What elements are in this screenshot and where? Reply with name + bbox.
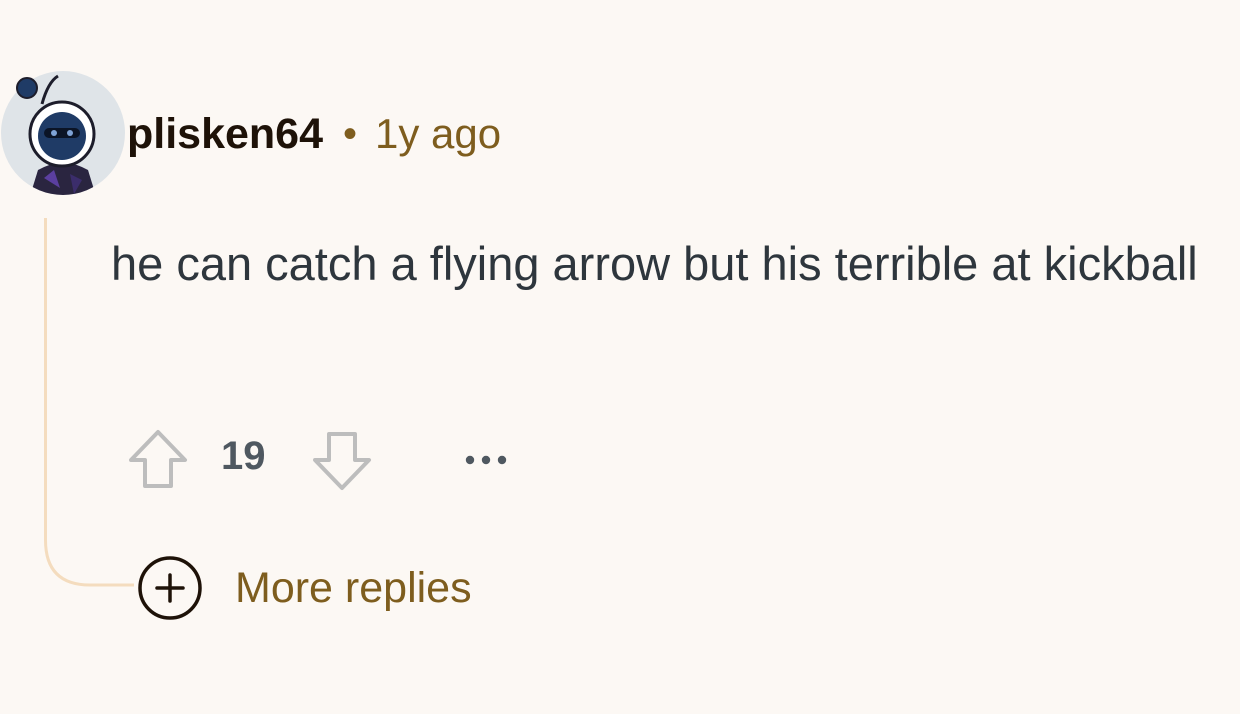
downvote-button[interactable] (311, 428, 373, 492)
plus-circle-icon (138, 556, 202, 620)
more-replies-button[interactable]: More replies (137, 556, 472, 620)
upvote-button[interactable] (127, 428, 189, 492)
username-link[interactable]: plisken64 (127, 110, 323, 159)
arrow-down-outline-icon (313, 432, 371, 490)
comment-body: he can catch a flying arrow but his terr… (111, 237, 1198, 290)
meta-separator: • (343, 111, 358, 156)
vote-count: 19 (221, 434, 266, 478)
avatar[interactable] (0, 70, 126, 196)
comment-meta: plisken64 • 1y ago (127, 110, 501, 158)
more-options-button[interactable] (461, 428, 511, 492)
comment-action-bar: 19 (127, 428, 527, 492)
ellipsis-horizontal-icon (465, 455, 507, 465)
avatar-image (1, 71, 125, 195)
timestamp[interactable]: 1y ago (375, 110, 501, 158)
arrow-up-outline-icon (129, 430, 187, 488)
more-replies-label: More replies (235, 563, 472, 612)
